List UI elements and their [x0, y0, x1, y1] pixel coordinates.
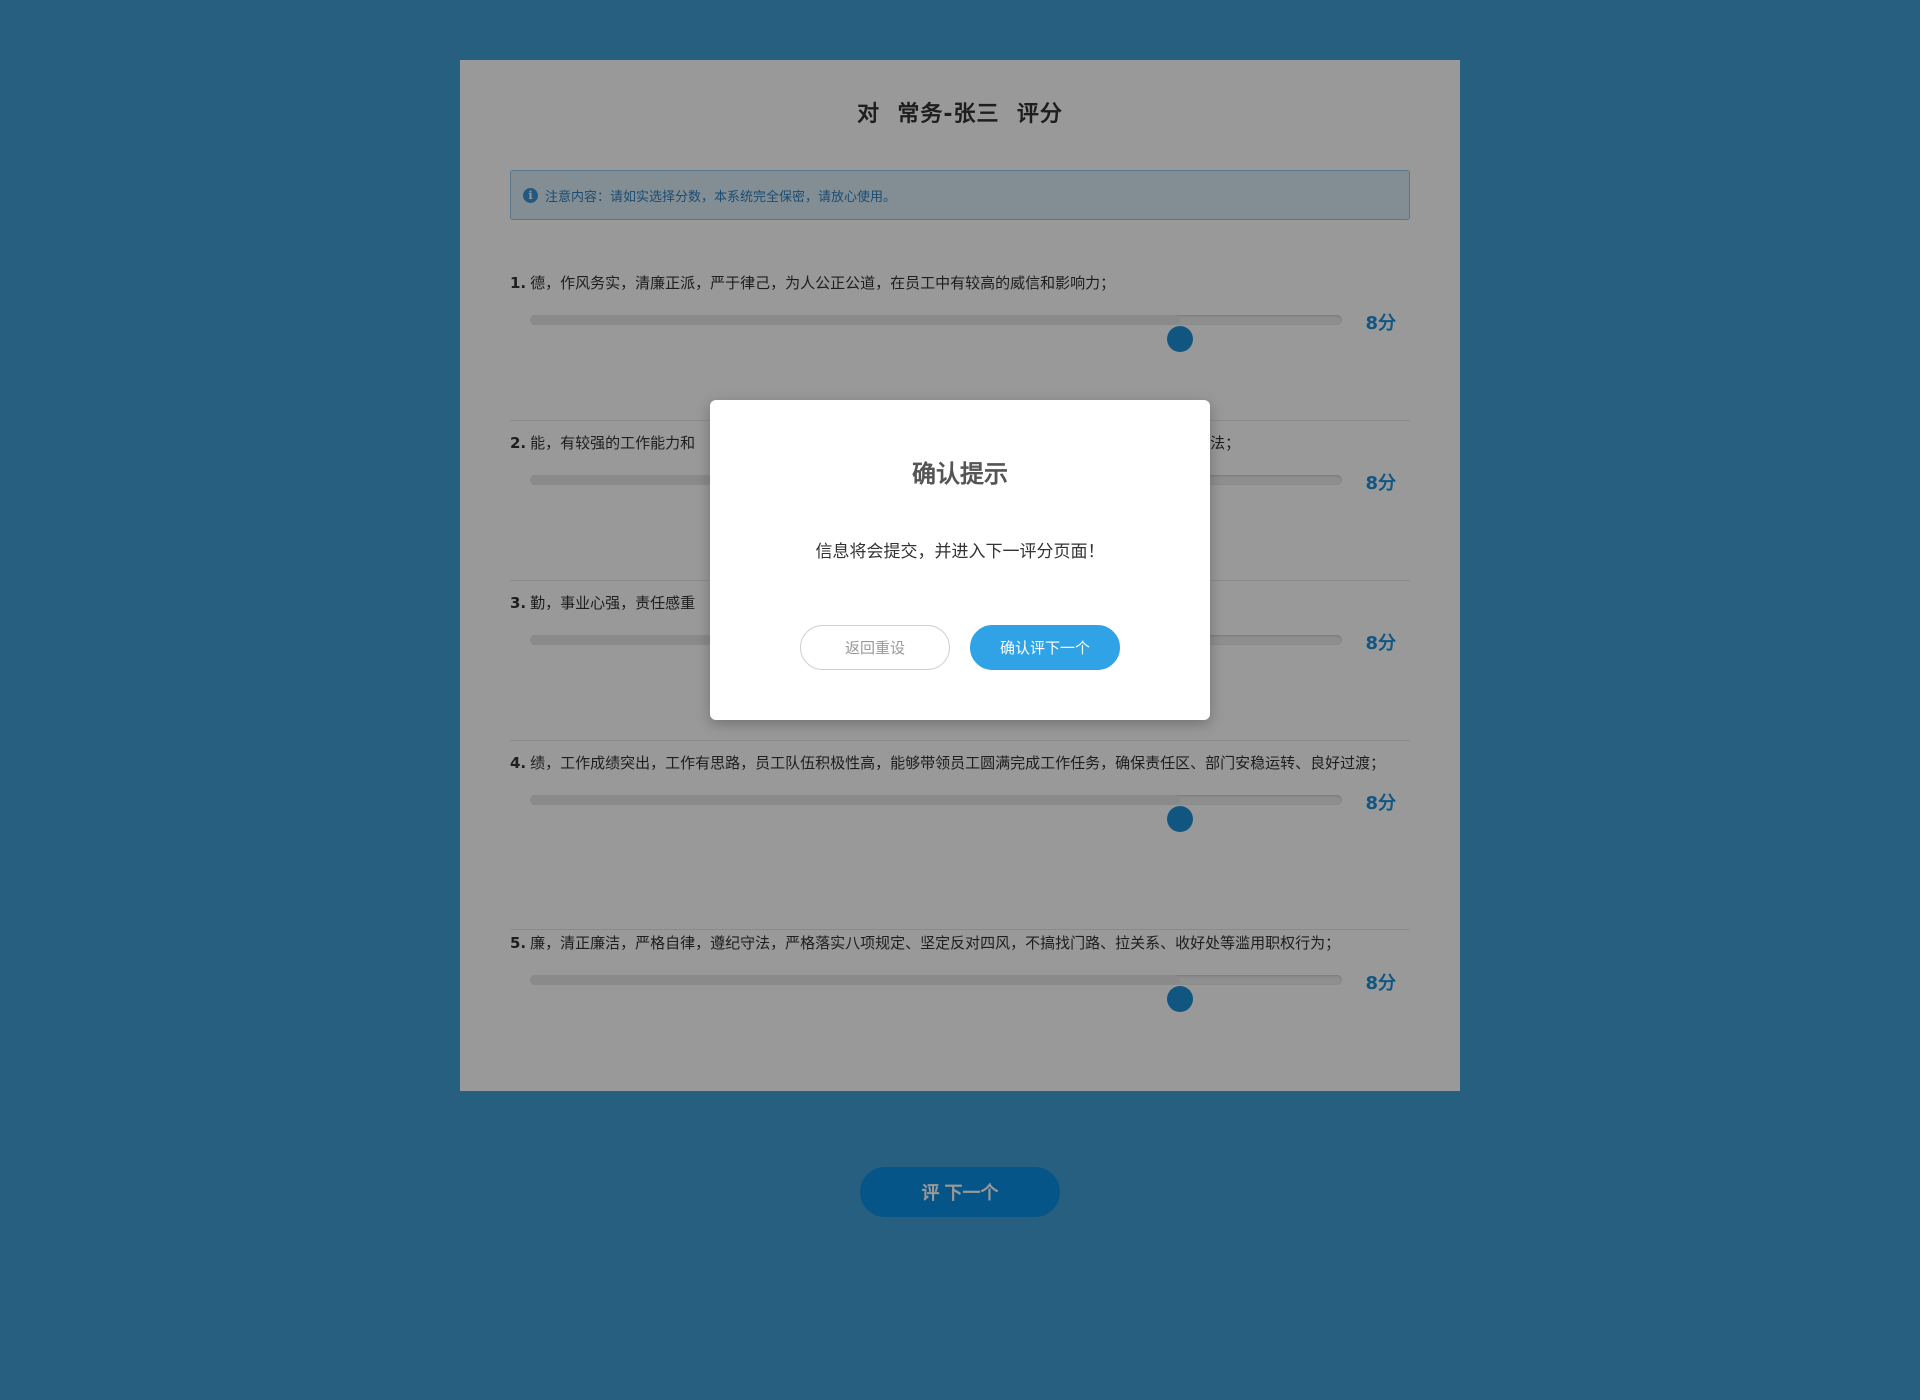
confirm-dialog: 确认提示 信息将会提交，并进入下一评分页面！ 返回重设 确认评下一个 — [710, 400, 1210, 720]
reset-button[interactable]: 返回重设 — [800, 625, 950, 670]
dialog-message: 信息将会提交，并进入下一评分页面！ — [815, 542, 1105, 562]
dialog-title: 确认提示 — [912, 460, 1008, 488]
confirm-next-button[interactable]: 确认评下一个 — [970, 625, 1120, 670]
